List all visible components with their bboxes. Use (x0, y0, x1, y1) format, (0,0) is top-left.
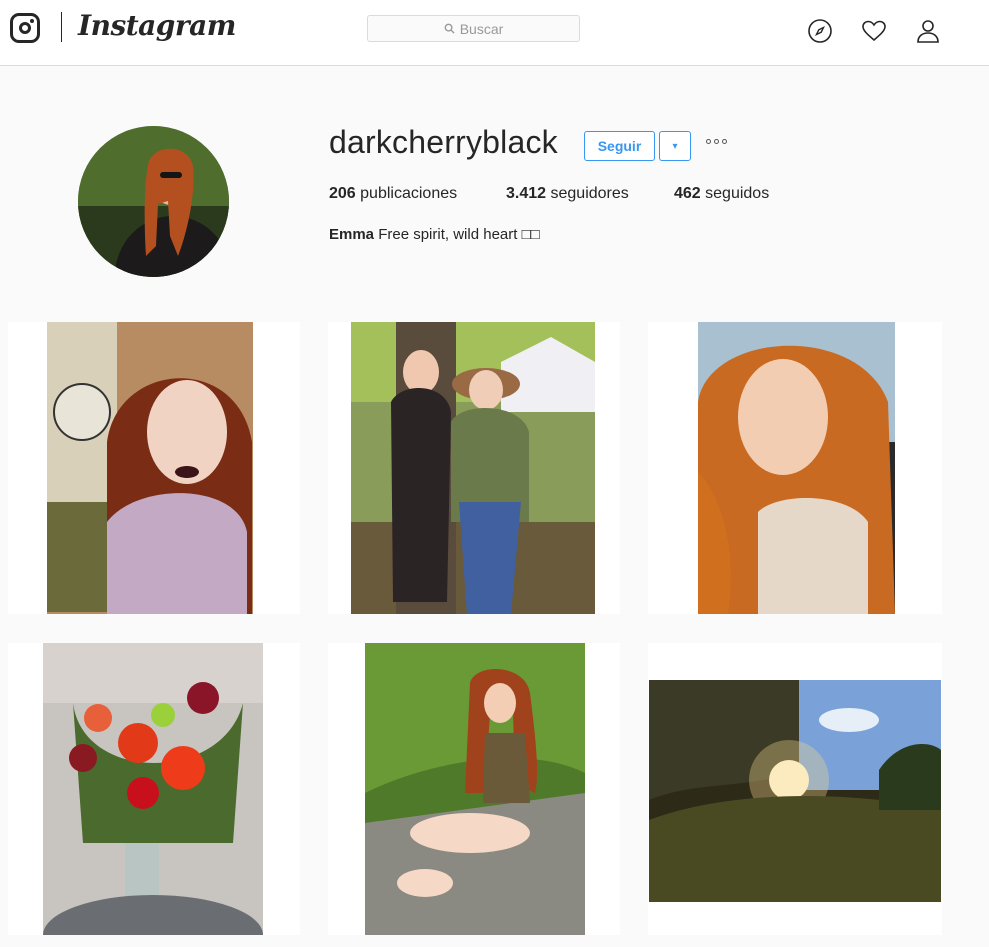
instagram-camera-icon[interactable] (10, 13, 40, 43)
following-label: seguidos (705, 185, 770, 202)
posts-count: 206 (329, 185, 356, 202)
profile-username: darkcherryblack (329, 124, 558, 160)
more-dot (714, 139, 719, 144)
post-2-photo (351, 322, 595, 614)
post-3[interactable] (648, 322, 942, 614)
post-5[interactable] (328, 643, 620, 935)
search-input[interactable]: Buscar (367, 15, 580, 42)
search-placeholder: Buscar (459, 20, 504, 37)
follow-button[interactable]: Seguir (584, 131, 655, 161)
logo-divider (61, 12, 62, 42)
explore-compass-icon[interactable] (807, 18, 833, 44)
followers-stat[interactable]: 3.412 seguidores (506, 185, 629, 203)
followers-count: 3.412 (506, 185, 547, 202)
search-icon (444, 23, 455, 34)
following-stat[interactable]: 462 seguidos (674, 185, 769, 203)
profile-avatar[interactable] (78, 126, 229, 277)
post-1-photo (47, 322, 253, 614)
top-navigation-bar: Instagram Buscar (0, 0, 989, 66)
more-dot (706, 139, 711, 144)
profile-person-icon[interactable] (915, 18, 941, 44)
following-count: 462 (674, 185, 701, 202)
more-dot (722, 139, 727, 144)
post-2[interactable] (328, 322, 620, 614)
post-6-photo (649, 680, 941, 902)
post-6[interactable] (648, 643, 942, 935)
avatar-photo (78, 126, 229, 277)
instagram-wordmark[interactable]: Instagram (78, 9, 236, 42)
post-1[interactable] (8, 322, 300, 614)
followers-label: seguidores (550, 185, 629, 202)
activity-heart-icon[interactable] (861, 18, 887, 44)
post-3-photo (698, 322, 895, 614)
posts-count-stat: 206 publicaciones (329, 185, 457, 203)
suggestions-dropdown-button[interactable]: ▾ (659, 131, 691, 161)
post-4[interactable] (8, 643, 300, 935)
profile-full-name: Emma (329, 226, 375, 243)
posts-label: publicaciones (360, 185, 458, 202)
post-4-photo (43, 643, 263, 935)
profile-bio: Emma Free spirit, wild heart □□ (329, 226, 540, 243)
bio-text: Free spirit, wild heart □□ (378, 226, 540, 243)
more-options-icon[interactable] (706, 139, 727, 144)
post-5-photo (365, 643, 585, 935)
